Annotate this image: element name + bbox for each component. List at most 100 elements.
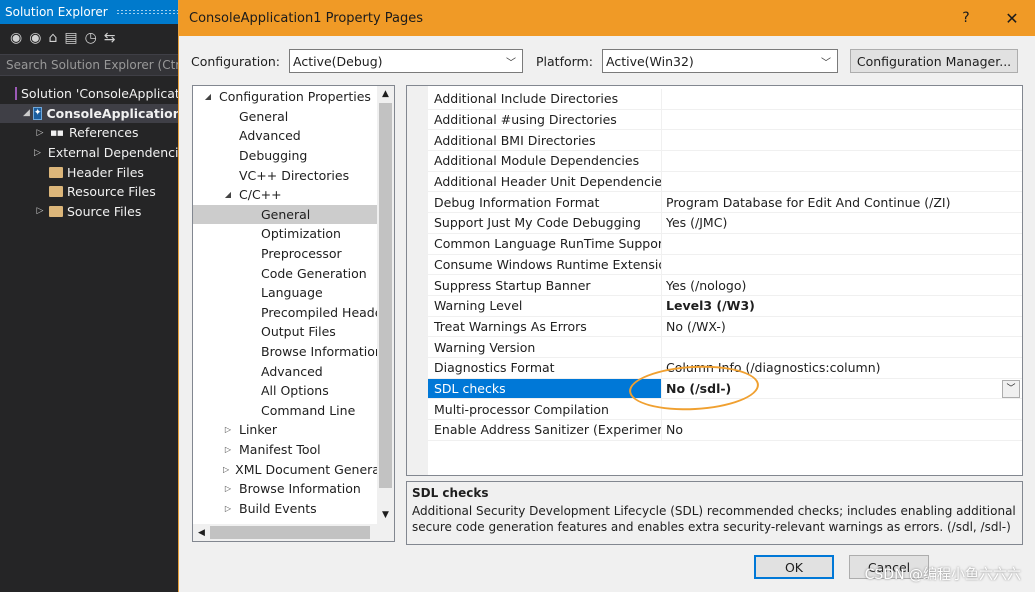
property-value[interactable] [662, 337, 1022, 357]
property-name: Common Language RunTime Support [428, 233, 662, 254]
category-item[interactable]: Advanced [193, 126, 377, 146]
property-row[interactable]: Additional Header Unit Dependencies [428, 171, 1022, 193]
solution-tree-item[interactable]: Resource Files [0, 182, 178, 202]
property-value[interactable] [662, 110, 1022, 130]
expander-icon[interactable]: ▷ [223, 484, 233, 493]
scroll-left-icon[interactable]: ◀ [193, 528, 210, 538]
category-item[interactable]: ◢ C/C++ [193, 185, 377, 205]
configuration-dropdown[interactable]: Active(Debug) ﹀ [289, 49, 523, 73]
property-row[interactable]: Debug Information Format Program Database… [428, 192, 1022, 214]
category-item[interactable]: Language [193, 283, 377, 303]
close-button[interactable]: ✕ [989, 9, 1035, 28]
expander-icon[interactable]: ◢ [23, 108, 30, 118]
property-row[interactable]: Additional Module Dependencies [428, 151, 1022, 172]
chevron-down-icon[interactable]: ﹀ [1002, 379, 1020, 398]
category-item[interactable]: ▷ Browse Information [193, 479, 377, 499]
category-item[interactable]: All Options [193, 381, 377, 401]
property-value[interactable] [662, 130, 1022, 150]
solution-tree-item[interactable]: ▷ Source Files [0, 202, 178, 222]
property-value[interactable]: No [662, 420, 1022, 440]
property-value[interactable] [662, 151, 1022, 171]
tree-horizontal-scrollbar[interactable]: ◀ [193, 524, 394, 541]
references-icon: ■■ [50, 128, 64, 137]
forward-icon[interactable]: ◉ [29, 30, 41, 46]
property-value[interactable] [662, 234, 1022, 254]
category-item[interactable]: ▷ Build Events [193, 498, 377, 518]
solution-tree-item[interactable]: ▷ External Dependencies [0, 143, 178, 163]
expander-icon[interactable]: ◢ [203, 92, 213, 101]
solution-tree-item[interactable]: ▷ ■■ References [0, 123, 178, 143]
category-item[interactable]: General [193, 107, 377, 127]
property-name: Additional BMI Directories [428, 130, 662, 151]
category-item[interactable]: Output Files [193, 322, 377, 342]
scroll-up-icon[interactable]: ▲ [377, 86, 394, 103]
category-item[interactable]: Browse Information [193, 342, 383, 362]
property-value[interactable]: Level3 (/W3) [662, 296, 1022, 316]
category-item[interactable]: Preprocessor [193, 244, 377, 264]
property-row[interactable]: Warning Version [428, 337, 1022, 358]
solution-tree-item[interactable]: Header Files [0, 162, 178, 182]
solution-tree-label: References [69, 125, 139, 141]
solution-tree-label: Header Files [67, 164, 144, 180]
scroll-down-icon[interactable]: ▼ [377, 507, 394, 524]
property-name: SDL checks [428, 378, 662, 399]
configuration-manager-button[interactable]: Configuration Manager... [850, 49, 1018, 73]
property-value[interactable]: Program Database for Edit And Continue (… [662, 192, 1022, 212]
ok-button[interactable]: OK [754, 555, 834, 579]
switch-views-icon[interactable]: ▤ [64, 30, 77, 46]
sync-icon[interactable]: ⇆ [104, 30, 116, 46]
category-item[interactable]: Code Generation [193, 263, 377, 283]
property-value[interactable] [662, 172, 1022, 192]
property-row[interactable]: Additional Include Directories [428, 89, 1022, 110]
category-item[interactable]: ▷ Linker [193, 420, 377, 440]
property-value[interactable] [662, 89, 1022, 109]
category-item[interactable]: Command Line [193, 401, 377, 421]
scroll-thumb[interactable] [379, 103, 392, 488]
property-row[interactable]: Consume Windows Runtime Extension [428, 254, 1022, 276]
expander-icon[interactable]: ▷ [223, 465, 229, 474]
help-button[interactable]: ? [943, 10, 989, 26]
platform-dropdown[interactable]: Active(Win32) ﹀ [602, 49, 838, 73]
expander-icon[interactable]: ▷ [223, 504, 233, 513]
property-value[interactable] [662, 255, 1022, 275]
category-item[interactable]: Debugging [193, 146, 377, 166]
property-value[interactable]: Yes (/JMC) [662, 213, 1022, 233]
property-row[interactable]: Common Language RunTime Support [428, 233, 1022, 255]
property-row[interactable]: Treat Warnings As Errors No (/WX-) [428, 316, 1022, 338]
category-item[interactable]: Optimization [193, 224, 377, 244]
search-solution-explorer-input[interactable]: Search Solution Explorer (Ctrl+;) [0, 54, 178, 76]
category-item[interactable]: ◢ Configuration Properties [193, 87, 377, 107]
property-row[interactable]: Suppress Startup Banner Yes (/nologo) [428, 275, 1022, 296]
expander-icon[interactable]: ▷ [223, 445, 233, 454]
category-label: General [239, 108, 289, 124]
home-icon[interactable]: ⌂ [48, 30, 57, 46]
category-item[interactable]: General [193, 204, 377, 225]
property-row[interactable]: Support Just My Code Debugging Yes (/JMC) [428, 213, 1022, 234]
category-item[interactable]: Advanced [193, 361, 377, 381]
horizontal-scroll-thumb[interactable] [210, 526, 370, 539]
expander-icon[interactable]: ◢ [223, 190, 233, 199]
category-item[interactable]: ▷ Manifest Tool [193, 440, 377, 460]
back-icon[interactable]: ◉ [10, 30, 22, 46]
property-name: Suppress Startup Banner [428, 275, 662, 295]
expander-icon[interactable]: ▷ [34, 206, 46, 216]
expander-icon[interactable]: ▷ [223, 425, 233, 434]
pending-changes-icon[interactable]: ◷ [85, 30, 97, 46]
description-line-2: secure code generation features and enab… [412, 520, 1011, 534]
solution-tree: Solution 'ConsoleApplication1'◢✦ConsoleA… [0, 84, 178, 221]
category-item[interactable]: VC++ Directories [193, 165, 377, 185]
property-row[interactable]: Warning Level Level3 (/W3) [428, 295, 1022, 317]
property-value[interactable]: Yes (/nologo) [662, 275, 1022, 295]
solution-tree-item[interactable]: ◢ ✦ ConsoleApplication1 [0, 103, 178, 124]
property-value[interactable]: No (/WX-) [662, 317, 1022, 337]
category-item[interactable]: Precompiled Headers [193, 303, 394, 323]
solution-tree-item[interactable]: Solution 'ConsoleApplication1' [0, 84, 178, 104]
category-label: Precompiled Headers [261, 304, 395, 320]
property-row[interactable]: Enable Address Sanitizer (Experimental) N… [428, 420, 1022, 441]
property-row[interactable]: Additional BMI Directories [428, 130, 1022, 152]
expander-icon[interactable]: ▷ [34, 148, 41, 158]
expander-icon[interactable]: ▷ [34, 128, 46, 138]
tree-vertical-scrollbar[interactable]: ▲ ▼ [377, 86, 394, 524]
category-item[interactable]: ▷ XML Document Generator [193, 459, 394, 479]
property-row[interactable]: Additional #using Directories [428, 109, 1022, 131]
